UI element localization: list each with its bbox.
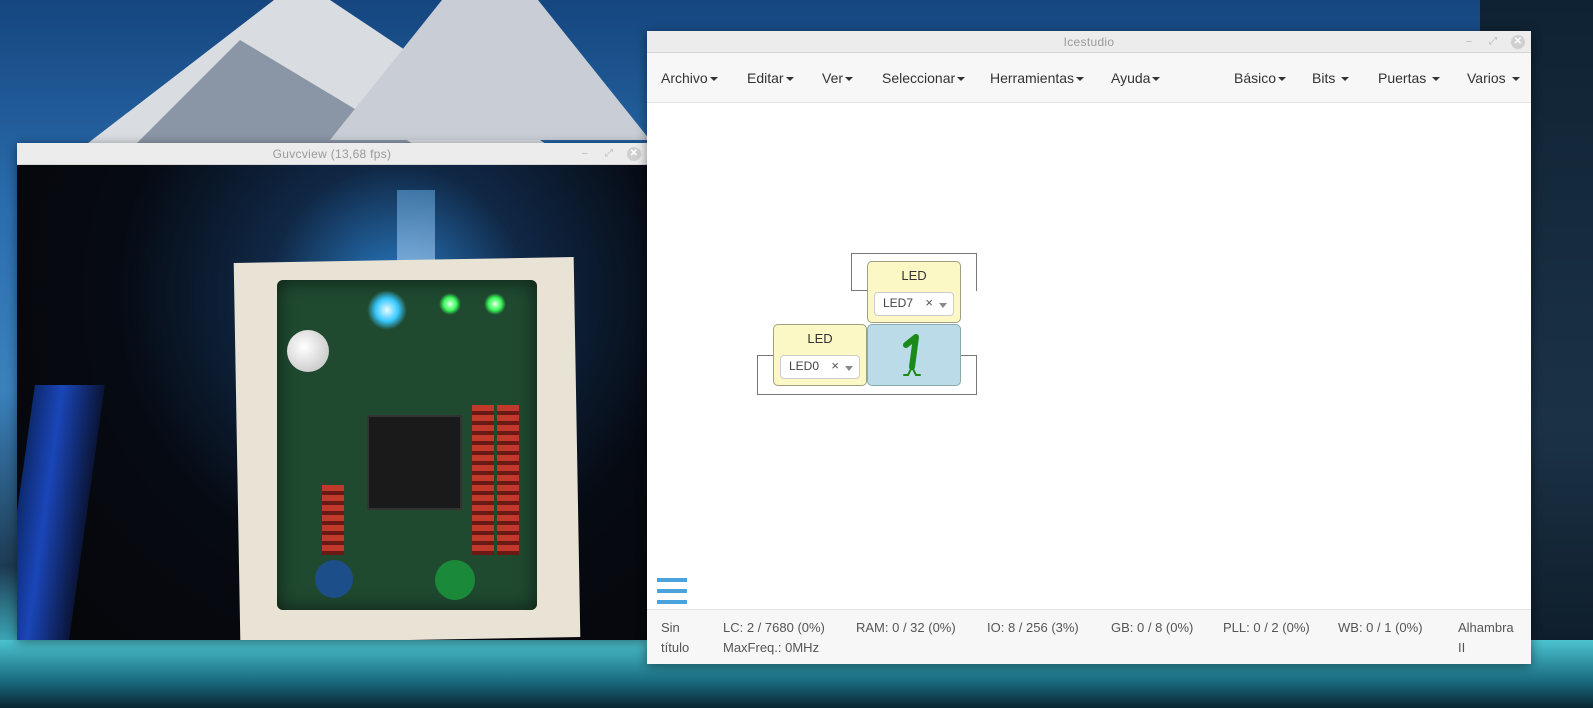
status-pll: PLL: 0 / 2 (0%) bbox=[1223, 620, 1310, 635]
constant-one-icon: 1 bbox=[868, 325, 921, 376]
caret-down-icon bbox=[1278, 77, 1287, 82]
capacitor bbox=[435, 560, 475, 600]
design-canvas[interactable]: LED LED7 × LED LED0 × 1 bbox=[647, 103, 1531, 609]
maximize-icon[interactable]: ⤢ bbox=[603, 143, 615, 165]
file-name-line2: título bbox=[661, 640, 690, 655]
caret-down-icon bbox=[1341, 77, 1350, 82]
caret-down-icon bbox=[957, 77, 966, 82]
green-led bbox=[484, 293, 506, 315]
pin-header bbox=[472, 405, 494, 555]
camera-blue-light bbox=[17, 385, 105, 640]
status-wb: WB: 0 / 1 (0%) bbox=[1338, 620, 1423, 635]
menu-varios[interactable]: Varios bbox=[1467, 53, 1520, 103]
file-name-line1: Sin bbox=[661, 620, 680, 635]
dropdown-arrow-icon[interactable] bbox=[845, 366, 853, 371]
close-icon[interactable]: ✕ bbox=[1511, 35, 1525, 49]
minimize-icon[interactable]: – bbox=[579, 143, 591, 165]
guvcview-title: Guvcview (13,68 fps) bbox=[272, 147, 392, 161]
menu-herramientas[interactable]: Herramientas bbox=[990, 53, 1085, 103]
pin-header bbox=[322, 485, 344, 555]
dropdown-arrow-icon[interactable] bbox=[939, 303, 947, 308]
status-io: IO: 8 / 256 (3%) bbox=[987, 620, 1079, 635]
menu-editar[interactable]: Editar bbox=[747, 53, 794, 103]
caret-down-icon bbox=[709, 77, 718, 82]
statusbar: Sin título LC: 2 / 7680 (0%) MaxFreq.: 0… bbox=[647, 609, 1531, 664]
pin-select-value: LED0 bbox=[789, 359, 820, 373]
push-button bbox=[287, 330, 329, 372]
icestudio-window: Icestudio – ⤢ ✕ Archivo Editar Ver Selec… bbox=[647, 31, 1531, 664]
caret-down-icon bbox=[785, 77, 794, 82]
block-title: LED bbox=[901, 268, 927, 283]
pin-header bbox=[497, 405, 519, 555]
pin-select-led7[interactable]: LED7 × bbox=[874, 292, 954, 316]
wire[interactable] bbox=[851, 253, 867, 291]
wire[interactable] bbox=[757, 355, 773, 357]
blue-led bbox=[367, 290, 407, 330]
menu-seleccionar[interactable]: Seleccionar bbox=[882, 53, 966, 103]
constant-one-block[interactable]: 1 bbox=[867, 324, 961, 386]
icestudio-titlebar[interactable]: Icestudio – ⤢ ✕ bbox=[647, 31, 1531, 53]
led-block-top[interactable]: LED LED7 × bbox=[867, 261, 961, 323]
caret-down-icon bbox=[1432, 77, 1441, 82]
fpga-chip bbox=[367, 415, 462, 510]
pin-select-led0[interactable]: LED0 × bbox=[780, 355, 860, 379]
caret-down-icon bbox=[1152, 77, 1161, 82]
status-lc: LC: 2 / 7680 (0%) bbox=[723, 620, 825, 635]
minimize-icon[interactable]: – bbox=[1463, 31, 1475, 53]
clear-icon[interactable]: × bbox=[925, 295, 933, 310]
board-name-line2[interactable]: II bbox=[1458, 640, 1465, 655]
menu-ayuda[interactable]: Ayuda bbox=[1111, 53, 1161, 103]
status-gb: GB: 0 / 8 (0%) bbox=[1111, 620, 1194, 635]
status-maxfreq: MaxFreq.: 0MHz bbox=[723, 640, 820, 655]
menu-basico[interactable]: Básico bbox=[1234, 53, 1287, 103]
menu-ver[interactable]: Ver bbox=[822, 53, 854, 103]
icestudio-title: Icestudio bbox=[1063, 35, 1115, 49]
menubar: Archivo Editar Ver Seleccionar Herramien… bbox=[647, 53, 1531, 103]
caret-down-icon bbox=[1076, 77, 1085, 82]
close-icon[interactable]: ✕ bbox=[627, 147, 641, 161]
wallpaper-mountain-peak bbox=[330, 0, 650, 140]
guvcview-window: Guvcview (13,68 fps) – ⤢ ✕ bbox=[17, 143, 647, 640]
status-ram: RAM: 0 / 32 (0%) bbox=[856, 620, 956, 635]
green-led bbox=[439, 293, 461, 315]
menu-puertas[interactable]: Puertas bbox=[1378, 53, 1441, 103]
clear-icon[interactable]: × bbox=[831, 358, 839, 373]
led-block-bottom[interactable]: LED LED0 × bbox=[773, 324, 867, 386]
menu-archivo[interactable]: Archivo bbox=[661, 53, 718, 103]
caret-down-icon bbox=[1511, 77, 1520, 82]
camera-view bbox=[17, 165, 647, 640]
capacitor bbox=[315, 560, 353, 598]
menu-bits[interactable]: Bits bbox=[1312, 53, 1350, 103]
block-title: LED bbox=[807, 331, 833, 346]
guvcview-titlebar[interactable]: Guvcview (13,68 fps) – ⤢ ✕ bbox=[17, 143, 647, 165]
board-name-line1[interactable]: Alhambra bbox=[1458, 620, 1514, 635]
hamburger-menu-icon[interactable] bbox=[657, 578, 687, 604]
caret-down-icon bbox=[845, 77, 854, 82]
maximize-icon[interactable]: ⤢ bbox=[1487, 31, 1499, 53]
constant-value: 1 bbox=[868, 325, 877, 329]
pin-select-value: LED7 bbox=[883, 296, 914, 310]
